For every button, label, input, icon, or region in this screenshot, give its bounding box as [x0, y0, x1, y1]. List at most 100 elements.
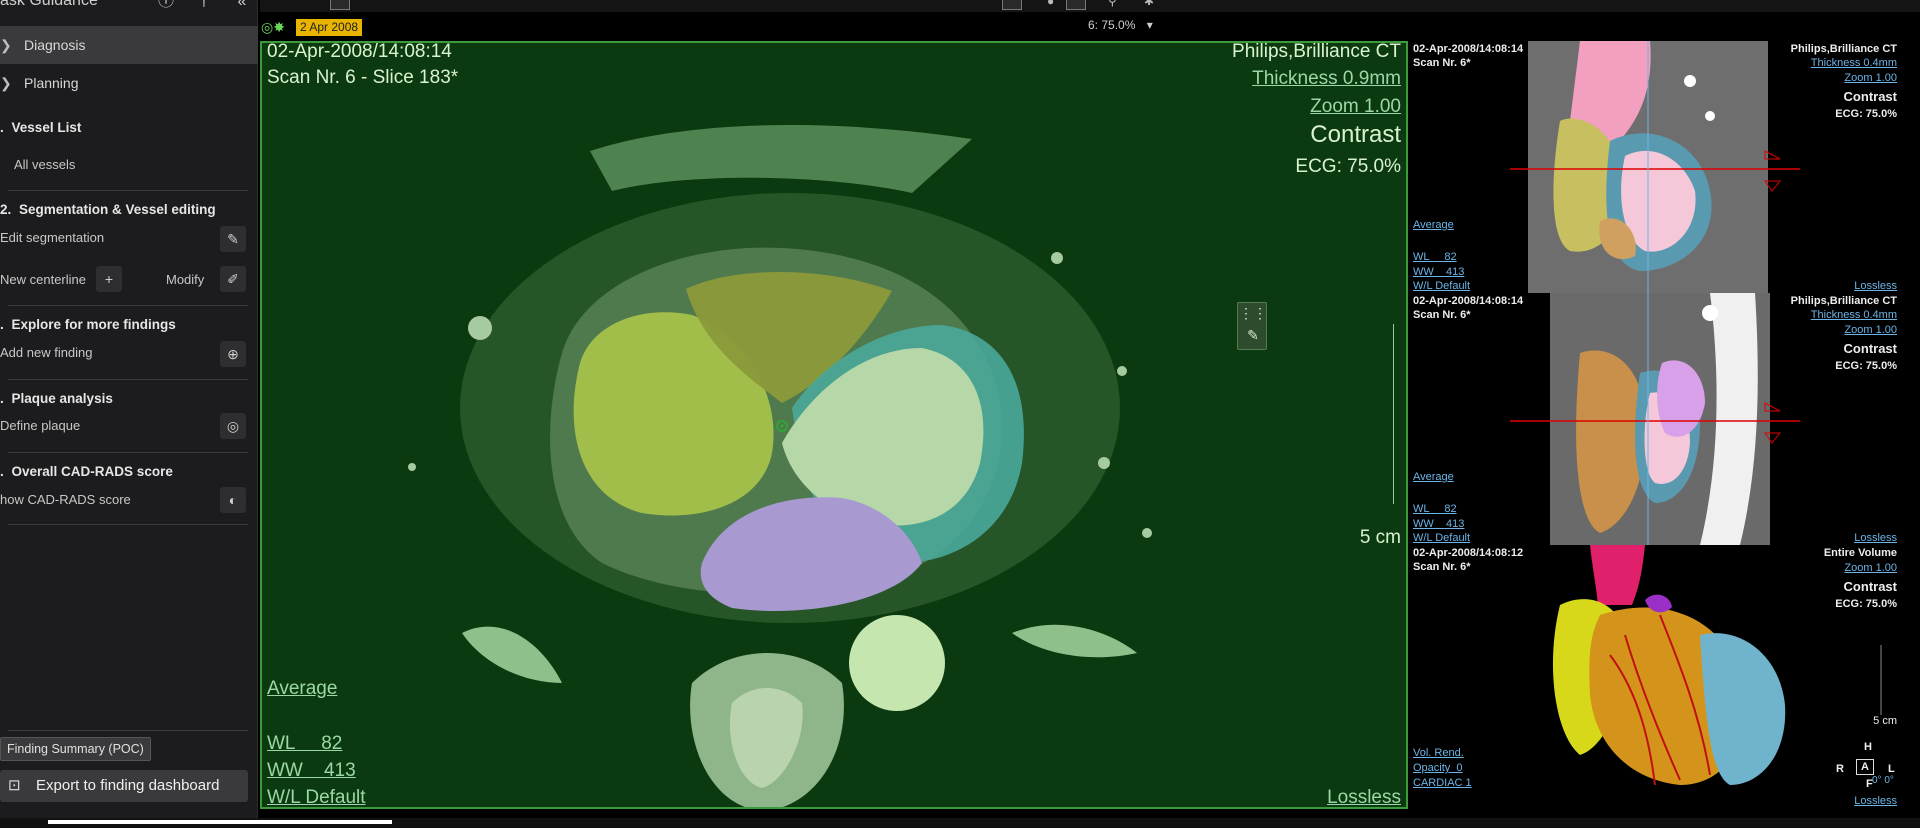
- sidebar-header: ask Guidance ⓘ † «: [0, 0, 258, 18]
- finding-summary-tag[interactable]: Finding Summary (POC): [0, 737, 151, 761]
- p3-zoom-link[interactable]: Zoom 1.00: [1844, 562, 1897, 574]
- volume-render-image: [1552, 545, 1882, 786]
- divider: [8, 190, 248, 191]
- section-segmentation: 2. Segmentation & Vessel editing: [0, 202, 258, 217]
- p2-thickness-link[interactable]: Thickness 0.4mm: [1811, 309, 1897, 321]
- p2-lossless-link[interactable]: Lossless: [1854, 532, 1897, 544]
- orient-l: L: [1888, 763, 1895, 775]
- target-icon[interactable]: ◎✸: [261, 19, 285, 37]
- p1-zoom-link[interactable]: Zoom 1.00: [1844, 72, 1897, 84]
- grid-dots-icon: ⋮⋮: [1239, 305, 1267, 321]
- zoom-level-value: 6: 75.0%: [1088, 18, 1136, 32]
- section-title: Overall CAD-RADS score: [11, 464, 173, 479]
- main-wl-link[interactable]: WL 82: [267, 733, 342, 755]
- pointer-tool-button[interactable]: [1066, 0, 1086, 10]
- p1-wl-link[interactable]: WL 82: [1413, 251, 1457, 263]
- scale-bar: [1386, 324, 1394, 504]
- sagittal-ct-image: [1510, 293, 1800, 545]
- section-cadrads: . Overall CAD-RADS score: [0, 464, 258, 479]
- hand-tool-icon[interactable]: ●: [1047, 0, 1054, 8]
- edit-segmentation-label: Edit segmentation: [0, 230, 105, 245]
- divider: [8, 379, 248, 380]
- section-number: .: [0, 464, 4, 479]
- p2-wl-link[interactable]: WL 82: [1413, 503, 1457, 515]
- new-centerline-label: New centerline: [0, 272, 86, 287]
- axial-viewport[interactable]: 02-Apr-2008/14:08:14 Scan Nr. 6 - Slice …: [260, 41, 1408, 809]
- orient-angle: 0° 0°: [1872, 775, 1894, 786]
- pin-icon[interactable]: †: [194, 0, 214, 12]
- p3-ecg: ECG: 75.0%: [1835, 598, 1897, 610]
- export-button-label: Export to finding dashboard: [36, 777, 220, 794]
- zoom-tool-icon[interactable]: ⚲: [1108, 0, 1117, 8]
- p2-wl-default-link[interactable]: W/L Default: [1413, 532, 1470, 544]
- nav-diagnosis[interactable]: ❯ Diagnosis: [0, 26, 258, 64]
- plaque-icon: ◎: [226, 418, 240, 434]
- p2-contrast: Contrast: [1843, 341, 1897, 356]
- main-scan-slice: Scan Nr. 6 - Slice 183*: [267, 67, 459, 88]
- sagittal-viewport[interactable]: 02-Apr-2008/14:08:14 Scan Nr. 6* Philips…: [1410, 293, 1900, 545]
- nav-planning[interactable]: ❯ Planning: [0, 64, 258, 102]
- all-vessels-item[interactable]: All vessels: [14, 157, 75, 172]
- add-new-finding-label: Add new finding: [0, 345, 93, 360]
- modify-centerline-button[interactable]: ✐: [220, 266, 246, 292]
- collapse-icon[interactable]: «: [232, 0, 252, 12]
- p1-average-link[interactable]: Average: [1413, 219, 1454, 231]
- edit-segmentation-icon: ✎: [227, 231, 239, 247]
- zoom-level-select[interactable]: 6: 75.0% ▾: [1088, 18, 1153, 32]
- new-centerline-button[interactable]: +: [96, 266, 122, 292]
- annotation-tool-panel[interactable]: ⋮⋮ ✎: [1237, 302, 1267, 350]
- main-average-link[interactable]: Average: [267, 678, 337, 700]
- define-plaque-label: Define plaque: [0, 418, 81, 433]
- section-number: .: [0, 120, 4, 135]
- main-thickness-link[interactable]: Thickness 0.9mm: [1252, 68, 1401, 90]
- p2-zoom-link[interactable]: Zoom 1.00: [1844, 324, 1897, 336]
- p1-lossless-link[interactable]: Lossless: [1854, 280, 1897, 292]
- p1-ww-link[interactable]: WW 413: [1413, 266, 1464, 278]
- section-explore-findings: . Explore for more findings: [0, 317, 258, 332]
- planning-icon: ❯: [0, 75, 12, 91]
- p3-vol-rend-link[interactable]: Vol. Rend.: [1413, 747, 1464, 759]
- p3-scope: Entire Volume: [1823, 547, 1897, 559]
- define-plaque-button[interactable]: ◎: [220, 413, 246, 439]
- main-ecg: ECG: 75.0%: [1295, 156, 1401, 177]
- toolbar-layout-button[interactable]: [330, 0, 350, 10]
- export-dashboard-button[interactable]: ⊡ Export to finding dashboard: [0, 770, 248, 802]
- orientation-cube[interactable]: H R A L F 0° 0°: [1836, 741, 1900, 797]
- main-zoom-link[interactable]: Zoom 1.00: [1310, 96, 1401, 118]
- volume-render-viewport[interactable]: 02-Apr-2008/14:08:12 Scan Nr. 6* Entire …: [1410, 545, 1900, 808]
- p2-ww-link[interactable]: WW 413: [1413, 518, 1464, 530]
- p3-lossless-link[interactable]: Lossless: [1854, 795, 1897, 807]
- edit-segmentation-button[interactable]: ✎: [220, 226, 246, 252]
- main-datetime: 02-Apr-2008/14:08:14: [267, 41, 452, 62]
- p1-wl-default-link[interactable]: W/L Default: [1413, 280, 1470, 292]
- orient-h: H: [1864, 741, 1872, 753]
- settings-tool-icon[interactable]: ✱: [1144, 0, 1154, 8]
- main-scanner: Philips,Brilliance CT: [1232, 41, 1401, 62]
- p3-scan: Scan Nr. 6*: [1413, 561, 1471, 573]
- p3-datetime: 02-Apr-2008/14:08:12: [1413, 547, 1524, 559]
- brush-icon: ✎: [1247, 327, 1259, 343]
- p1-scanner: Philips,Brilliance CT: [1790, 43, 1897, 55]
- modify-centerline-icon: ✐: [227, 271, 239, 287]
- p1-thickness-link[interactable]: Thickness 0.4mm: [1811, 57, 1897, 69]
- main-lossless-link[interactable]: Lossless: [1327, 787, 1401, 807]
- taskbar-progress-segment: [48, 820, 392, 824]
- toolbar-window-button[interactable]: [1002, 0, 1022, 10]
- section-number: .: [0, 391, 4, 406]
- axial-ct-image: [408, 125, 1152, 807]
- modify-label: Modify: [166, 272, 205, 287]
- coronal-viewport[interactable]: 02-Apr-2008/14:08:14 Scan Nr. 6* Philips…: [1410, 41, 1900, 293]
- date-badge: 2 Apr 2008: [296, 19, 363, 36]
- p2-ecg: ECG: 75.0%: [1835, 360, 1897, 372]
- section-title: Plaque analysis: [11, 391, 113, 406]
- main-wl-default-link[interactable]: W/L Default: [267, 787, 366, 807]
- p3-preset-link[interactable]: CARDIAC 1: [1413, 777, 1472, 789]
- add-finding-button[interactable]: ⊕: [220, 341, 246, 367]
- show-cadrads-button[interactable]: ◐: [220, 487, 246, 513]
- info-icon[interactable]: ⓘ: [156, 0, 176, 12]
- p3-opacity-link[interactable]: Opacity 0: [1413, 762, 1463, 774]
- add-centerline-icon: +: [104, 271, 114, 287]
- main-ww-link[interactable]: WW 413: [267, 760, 356, 782]
- coronal-ct-image: [1510, 41, 1800, 293]
- p2-average-link[interactable]: Average: [1413, 471, 1454, 483]
